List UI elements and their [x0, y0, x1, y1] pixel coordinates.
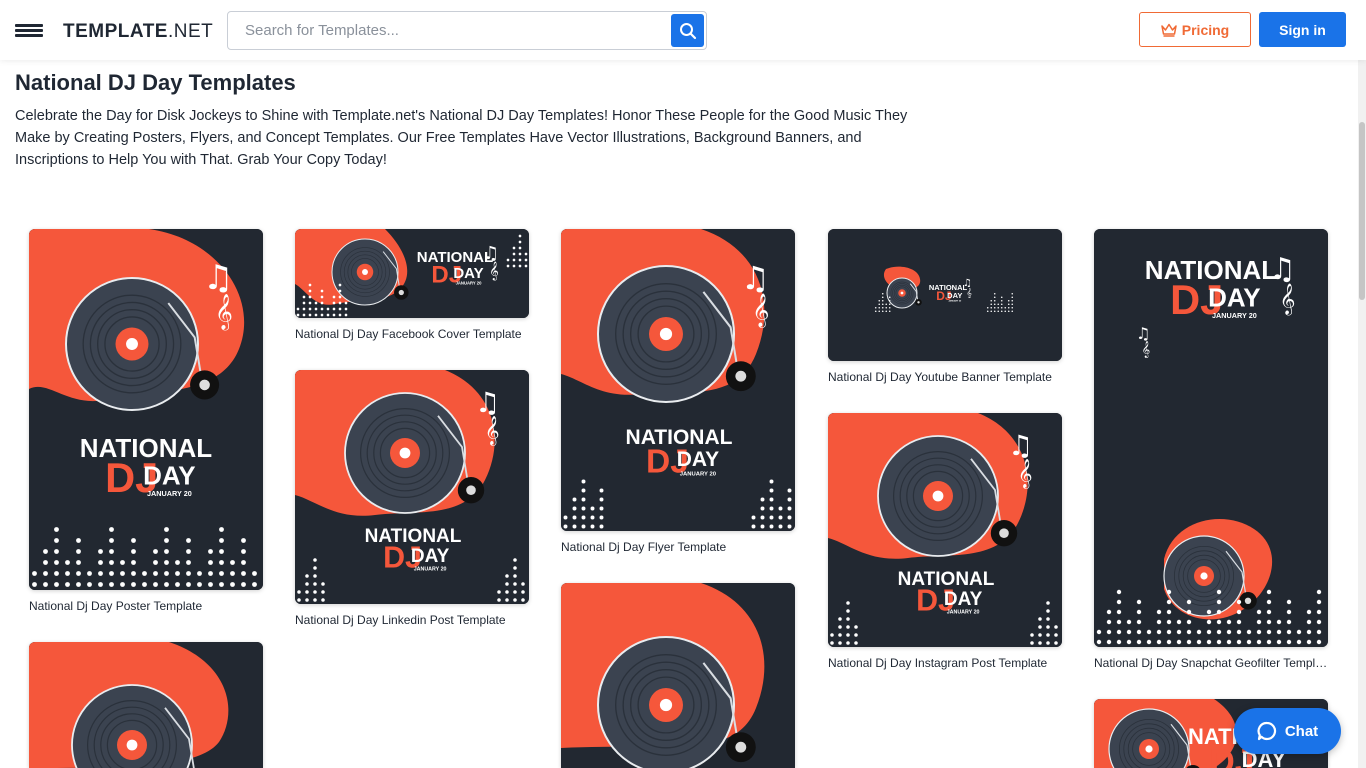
chat-label: Chat	[1284, 722, 1319, 740]
svg-text:JANUARY 20: JANUARY 20	[947, 610, 980, 616]
svg-text:𝄞: 𝄞	[752, 292, 769, 327]
logo-suffix: .NET	[167, 21, 214, 42]
svg-text:♫: ♫	[203, 258, 233, 298]
thumbnail-artwork: ♫ 𝄞 NATIONAL DJ DAY JANUARY 20	[29, 229, 263, 590]
svg-text:𝄞: 𝄞	[1142, 342, 1151, 358]
template-thumbnail[interactable]: ♫ 𝄞 NATIONAL DJ DAY JANUARY 20	[828, 413, 1062, 647]
template-thumbnail[interactable]: ♫ 𝄞 NATIONAL DJ DAY JANUARY 20	[828, 229, 1062, 361]
template-title[interactable]: National Dj Day Facebook Cover Template	[295, 327, 529, 341]
svg-text:DAY: DAY	[1208, 282, 1261, 312]
svg-text:𝄞: 𝄞	[1018, 459, 1033, 489]
thumbnail-artwork: ♫ 𝄞 NATIONAL DJ DAY JANUARY 20	[295, 229, 529, 318]
svg-text:DAY: DAY	[411, 546, 450, 567]
svg-text:𝄞: 𝄞	[1280, 283, 1296, 316]
svg-text:JANUARY 20: JANUARY 20	[456, 281, 483, 286]
crown-icon	[1161, 23, 1177, 37]
svg-text:JANUARY 20: JANUARY 20	[680, 472, 717, 478]
template-thumbnail[interactable]: ♫ 𝄞 NATIONAL DJ DAY JANUARY 20	[561, 229, 795, 531]
sign-in-button[interactable]: Sign in	[1259, 12, 1346, 47]
template-title[interactable]: National Dj Day Instagram Post Template	[828, 656, 1062, 670]
scrollbar-thumb[interactable]	[1359, 122, 1365, 300]
thumbnail-artwork: ♫ 𝄞 NATIONAL DJ DAY JANUARY 20	[828, 229, 1062, 361]
template-title[interactable]: National Dj Day Flyer Template	[561, 540, 795, 554]
search-button[interactable]	[671, 14, 704, 47]
svg-text:JANUARY 20: JANUARY 20	[147, 489, 192, 498]
pricing-button[interactable]: Pricing	[1139, 12, 1251, 47]
search-bar	[227, 11, 707, 50]
chat-button[interactable]: Chat	[1234, 708, 1341, 754]
template-thumbnail[interactable]: ♫ 𝄞 NATIONAL DJ DAY JANUARY 20	[295, 229, 529, 318]
page-scrollbar[interactable]	[1358, 60, 1366, 768]
template-title[interactable]: National Dj Day Poster Template	[29, 599, 263, 613]
svg-text:DAY: DAY	[453, 265, 483, 282]
chat-bubble-icon	[1257, 721, 1276, 741]
svg-text:DAY: DAY	[677, 448, 719, 471]
svg-text:DAY: DAY	[947, 291, 962, 300]
thumbnail-artwork: ♫ 𝄞 NATIONAL DJ DAY JANUARY 20	[561, 229, 795, 531]
sign-in-label: Sign in	[1279, 21, 1326, 38]
template-title[interactable]: National Dj Day Snapchat Geofilter Templ…	[1094, 656, 1328, 670]
thumbnail-artwork: NATIONAL DJ DAY JANUARY 20♫ 𝄞♫ 𝄞	[1094, 229, 1328, 647]
site-logo[interactable]: TEMPLATE.NET	[63, 21, 213, 43]
template-thumbnail[interactable]: ♫ 𝄞 NATIONAL DJ DAY JANUARY 20	[29, 229, 263, 590]
menu-icon[interactable]	[15, 24, 43, 38]
svg-text:♫: ♫	[1269, 252, 1296, 287]
template-thumbnail[interactable]: ♫ 𝄞 NATIONAL DJ DAY JANUARY 20	[295, 370, 529, 604]
svg-text:♫: ♫	[475, 386, 500, 419]
svg-text:𝄞: 𝄞	[215, 293, 233, 330]
template-thumbnail[interactable]: NATIONAL DJ DAY JANUARY 20 ♫ 𝄞 ♫ 𝄞	[1094, 229, 1328, 647]
search-icon	[679, 22, 696, 39]
template-thumbnail[interactable]	[561, 583, 795, 768]
svg-text:♫: ♫	[1136, 324, 1150, 343]
svg-text:♫: ♫	[741, 259, 770, 297]
svg-text:JANUARY 20: JANUARY 20	[414, 567, 447, 573]
thumbnail-artwork	[561, 583, 795, 768]
svg-text:♫: ♫	[1008, 429, 1033, 462]
svg-text:DAY: DAY	[944, 589, 983, 610]
thumbnail-artwork	[29, 642, 263, 768]
page-title: National DJ Day Templates	[15, 70, 296, 95]
thumbnail-artwork: ♫ 𝄞 NATIONAL DJ DAY JANUARY 20	[828, 413, 1062, 647]
svg-text:DAY: DAY	[143, 460, 196, 490]
template-thumbnail[interactable]	[29, 642, 263, 768]
svg-text:JANUARY 20: JANUARY 20	[1212, 311, 1257, 320]
svg-text:𝄞: 𝄞	[967, 288, 972, 299]
page-description: Celebrate the Day for Disk Jockeys to Sh…	[15, 108, 908, 168]
search-input[interactable]	[229, 13, 669, 48]
svg-text:𝄞: 𝄞	[485, 416, 500, 446]
logo-main: TEMPLATE	[63, 21, 168, 42]
thumbnail-artwork: ♫ 𝄞 NATIONAL DJ DAY JANUARY 20	[295, 370, 529, 604]
template-title[interactable]: National Dj Day Linkedin Post Template	[295, 613, 529, 627]
template-title[interactable]: National Dj Day Youtube Banner Template	[828, 370, 1062, 384]
pricing-label: Pricing	[1181, 21, 1230, 38]
svg-text:JANUARY 20: JANUARY 20	[948, 299, 962, 302]
site-header: TEMPLATE.NET Pricing Sign in	[0, 0, 1366, 60]
